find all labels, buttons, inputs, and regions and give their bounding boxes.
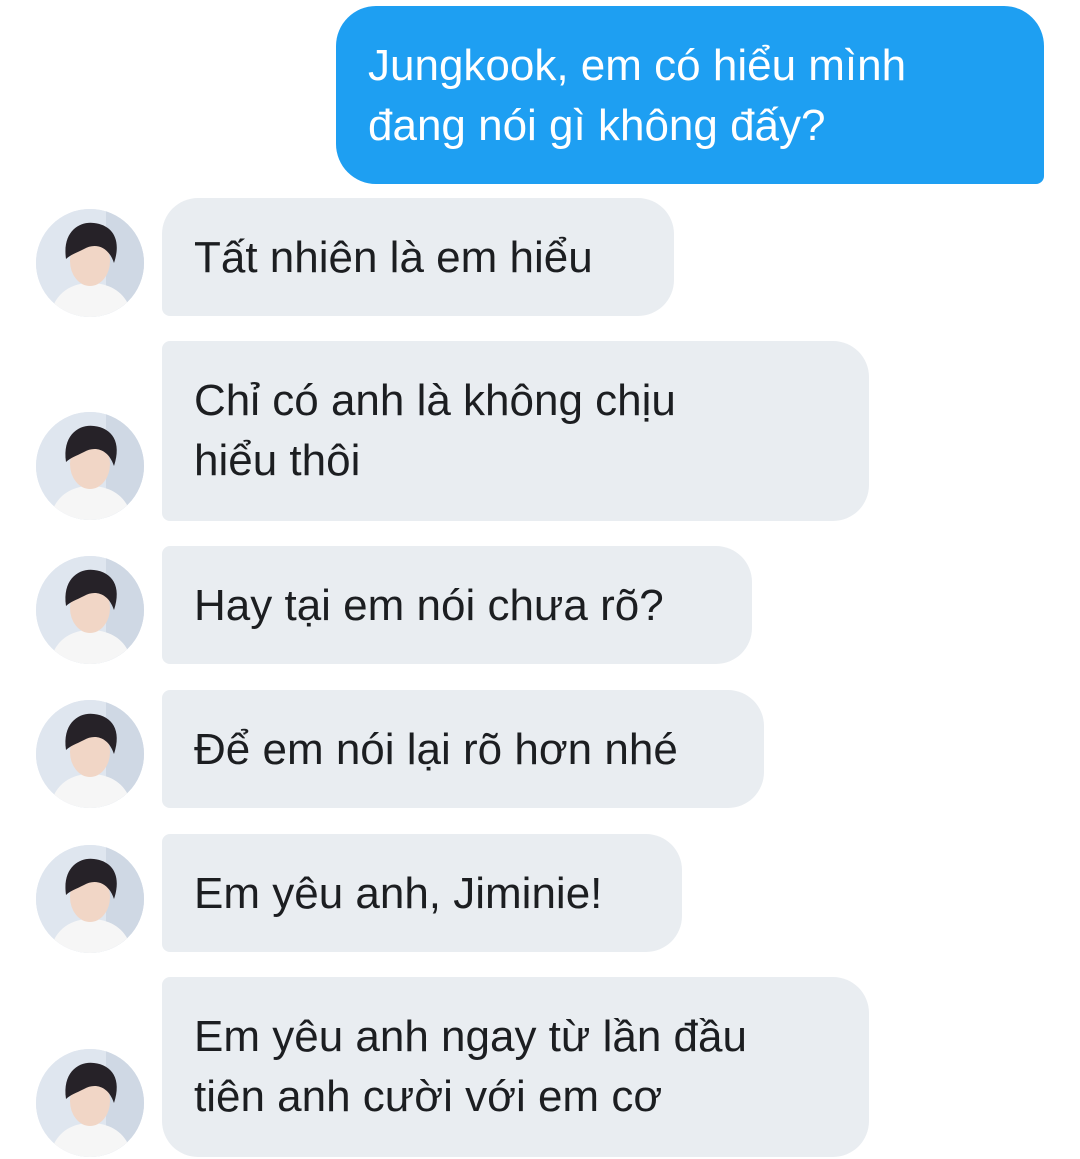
- contact-avatar[interactable]: [36, 700, 144, 808]
- received-message[interactable]: Để em nói lại rõ hơn nhé: [162, 690, 764, 808]
- sent-message[interactable]: Jungkook, em có hiểu mình đang nói gì kh…: [336, 6, 1044, 184]
- received-message[interactable]: Hay tại em nói chưa rõ?: [162, 546, 752, 664]
- contact-avatar[interactable]: [36, 412, 144, 520]
- received-message[interactable]: Em yêu anh ngay từ lần đầu tiên anh cười…: [162, 977, 869, 1157]
- contact-avatar[interactable]: [36, 1049, 144, 1157]
- contact-avatar[interactable]: [36, 556, 144, 664]
- avatar-icon: [36, 209, 144, 317]
- received-message[interactable]: Tất nhiên là em hiểu: [162, 198, 674, 316]
- contact-avatar[interactable]: [36, 209, 144, 317]
- avatar-icon: [36, 845, 144, 953]
- contact-avatar[interactable]: [36, 845, 144, 953]
- received-message[interactable]: Em yêu anh, Jiminie!: [162, 834, 682, 952]
- avatar-icon: [36, 700, 144, 808]
- avatar-icon: [36, 1049, 144, 1157]
- received-message[interactable]: Chỉ có anh là không chịu hiểu thôi: [162, 341, 869, 521]
- avatar-icon: [36, 412, 144, 520]
- avatar-icon: [36, 556, 144, 664]
